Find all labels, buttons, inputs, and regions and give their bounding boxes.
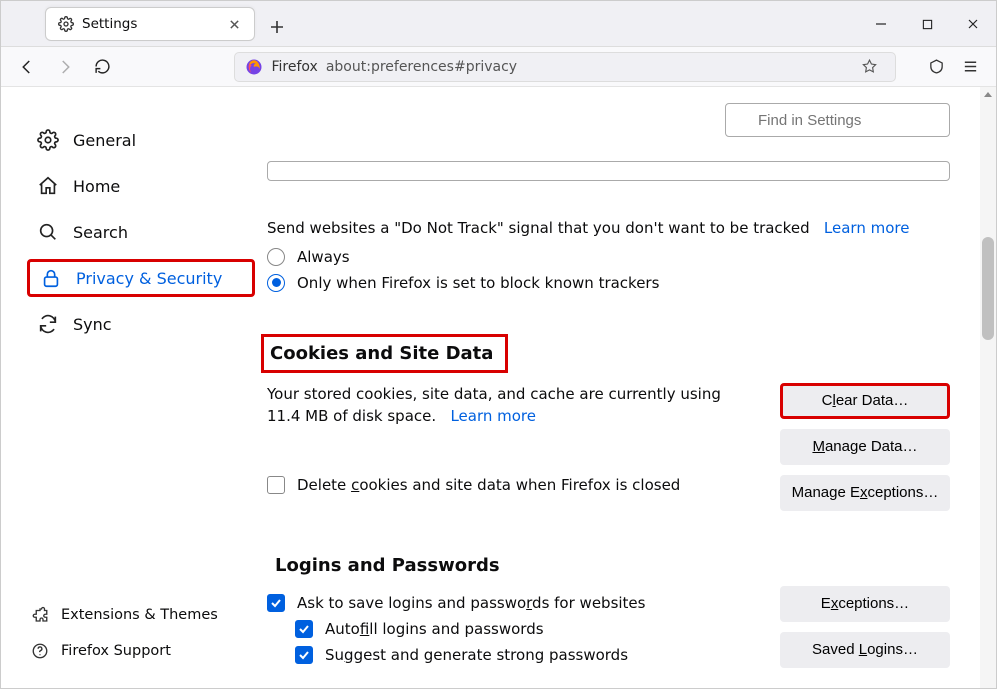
gear-icon — [58, 16, 74, 32]
gear-icon — [37, 129, 59, 151]
window-titlebar: Settings — [1, 1, 996, 47]
checkbox-icon — [295, 620, 313, 638]
home-icon — [37, 175, 59, 197]
checkbox-label: Suggest and generate strong passwords — [325, 646, 628, 664]
minimize-button[interactable] — [858, 1, 904, 47]
sidebar-item-label: Privacy & Security — [76, 269, 222, 288]
url-path: about:preferences#privacy — [326, 59, 845, 75]
window-controls — [858, 1, 996, 47]
new-tab-button[interactable] — [263, 13, 291, 41]
sync-icon — [37, 313, 59, 335]
truncated-preference-box — [267, 161, 950, 181]
settings-search-input[interactable] — [725, 103, 950, 137]
checkbox-icon — [267, 594, 285, 612]
checkbox-label: Delete cookies and site data when Firefo… — [297, 474, 680, 497]
radio-label: Only when Firefox is set to block known … — [297, 274, 659, 292]
sidebar-item-label: Search — [73, 223, 128, 242]
autofill-logins-checkbox[interactable]: Autofill logins and passwords — [295, 620, 760, 638]
delete-cookies-on-close-checkbox[interactable]: Delete cookies and site data when Firefo… — [267, 474, 737, 497]
dnt-section: Send websites a "Do Not Track" signal th… — [267, 217, 950, 240]
manage-exceptions-button[interactable]: Manage Exceptions… — [780, 475, 950, 511]
pocket-icon[interactable] — [920, 51, 952, 83]
close-tab-icon[interactable] — [226, 16, 242, 32]
dnt-learn-more-link[interactable]: Learn more — [824, 219, 910, 237]
back-button[interactable] — [11, 51, 43, 83]
help-icon — [31, 642, 49, 660]
checkbox-icon — [295, 646, 313, 664]
clear-data-button[interactable]: Clear Data… — [780, 383, 950, 419]
tab-title: Settings — [82, 16, 218, 32]
dnt-radio-known-trackers[interactable]: Only when Firefox is set to block known … — [267, 274, 950, 292]
sidebar-item-label: General — [73, 131, 136, 150]
browser-tab-settings[interactable]: Settings — [45, 7, 255, 41]
radio-icon — [267, 274, 285, 292]
checkbox-label: Ask to save logins and passwords for web… — [297, 594, 645, 612]
manage-data-button[interactable]: Manage Data… — [780, 429, 950, 465]
sidebar-item-search[interactable]: Search — [31, 213, 251, 251]
sidebar-item-home[interactable]: Home — [31, 167, 251, 205]
search-icon — [37, 221, 59, 243]
forward-button[interactable] — [49, 51, 81, 83]
radio-label: Always — [297, 248, 350, 266]
page-viewport: General Home Search Privacy & Security — [1, 87, 996, 688]
sidebar-footer-label: Firefox Support — [61, 643, 171, 659]
scroll-thumb[interactable] — [982, 237, 994, 340]
checkbox-label: Autofill logins and passwords — [325, 620, 544, 638]
saved-logins-button[interactable]: Saved Logins… — [780, 632, 950, 668]
url-brand-label: Firefox — [271, 59, 317, 75]
url-bar[interactable]: Firefox about:preferences#privacy — [234, 52, 896, 82]
settings-search-wrap — [267, 103, 950, 137]
sidebar-item-label: Home — [73, 177, 120, 196]
cookies-heading: Cookies and Site Data — [261, 334, 508, 373]
cookies-description: Your stored cookies, site data, and cach… — [267, 383, 737, 505]
puzzle-icon — [31, 606, 49, 624]
sidebar-item-sync[interactable]: Sync — [31, 305, 251, 343]
search-icon — [709, 95, 725, 111]
sidebar-footer-label: Extensions & Themes — [61, 607, 218, 623]
scroll-up-icon[interactable] — [982, 89, 994, 101]
navigation-toolbar: Firefox about:preferences#privacy — [1, 47, 996, 87]
settings-sidebar: General Home Search Privacy & Security — [1, 87, 261, 688]
radio-icon — [267, 248, 285, 266]
sidebar-support[interactable]: Firefox Support — [31, 636, 251, 666]
sidebar-item-privacy[interactable]: Privacy & Security — [27, 259, 255, 297]
tab-strip: Settings — [1, 1, 858, 41]
sidebar-extensions[interactable]: Extensions & Themes — [31, 600, 251, 630]
close-window-button[interactable] — [950, 1, 996, 47]
sidebar-item-general[interactable]: General — [31, 121, 251, 159]
bookmark-star-icon[interactable] — [853, 51, 885, 83]
dnt-radio-always[interactable]: Always — [267, 248, 950, 266]
checkbox-icon — [267, 476, 285, 494]
sidebar-item-label: Sync — [73, 315, 112, 334]
suggest-passwords-checkbox[interactable]: Suggest and generate strong passwords — [295, 646, 760, 664]
app-menu-icon[interactable] — [954, 51, 986, 83]
logins-exceptions-button[interactable]: Exceptions… — [780, 586, 950, 622]
cookies-learn-more-link[interactable]: Learn more — [450, 407, 536, 425]
settings-main: Send websites a "Do Not Track" signal th… — [261, 87, 980, 688]
maximize-button[interactable] — [904, 1, 950, 47]
lock-icon — [40, 267, 62, 289]
ask-save-logins-checkbox[interactable]: Ask to save logins and passwords for web… — [267, 594, 760, 612]
logins-heading: Logins and Passwords — [275, 555, 950, 576]
dnt-intro-text: Send websites a "Do Not Track" signal th… — [267, 219, 810, 237]
reload-button[interactable] — [87, 51, 119, 83]
vertical-scrollbar[interactable] — [980, 87, 996, 688]
toolbar-right — [920, 51, 986, 83]
firefox-icon — [245, 58, 263, 76]
